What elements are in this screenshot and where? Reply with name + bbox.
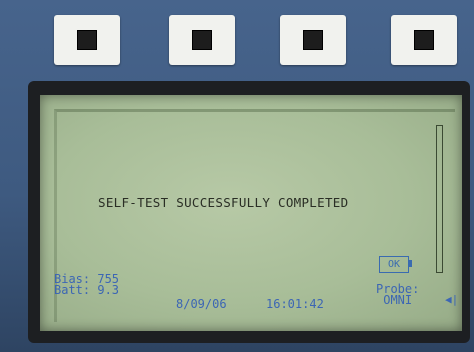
- lcd-screen: SELF-TEST SUCCESSFULLY COMPLETED OK Bias…: [40, 95, 462, 331]
- time-readout: 16:01:42: [266, 297, 324, 311]
- softkey-3[interactable]: [280, 15, 346, 65]
- softkey-3-icon: [303, 30, 323, 50]
- softkey-1-icon: [77, 30, 97, 50]
- probe-readout: Probe: OMNI: [376, 283, 419, 307]
- probe-value: OMNI: [383, 293, 413, 307]
- batt-value: 9.3: [97, 283, 120, 297]
- bias-readout: Bias: 755 Batt: 9.3: [54, 273, 120, 297]
- softkey-1[interactable]: [54, 15, 120, 65]
- date-readout: 8/09/06: [176, 297, 227, 311]
- device-panel: SELF-TEST SUCCESSFULLY COMPLETED OK Bias…: [0, 0, 474, 352]
- softkey-4[interactable]: [391, 15, 457, 65]
- speaker-icon: ◀|: [445, 293, 459, 306]
- softkey-2[interactable]: [169, 15, 235, 65]
- softkey-2-icon: [192, 30, 212, 50]
- softkey-4-icon: [414, 30, 434, 50]
- battery-tip: [409, 260, 412, 267]
- batt-label: Batt:: [54, 283, 91, 297]
- battery-icon: OK: [379, 256, 409, 273]
- scrollbar: [436, 125, 443, 273]
- status-message: SELF-TEST SUCCESSFULLY COMPLETED: [98, 195, 349, 210]
